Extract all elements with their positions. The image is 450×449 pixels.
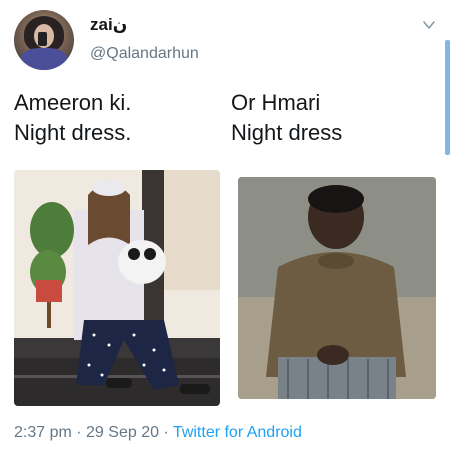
caption-right-line-2: Night dress bbox=[231, 120, 343, 145]
user-handle[interactable]: @Qalandarhun bbox=[90, 45, 199, 63]
display-name[interactable]: zaiن bbox=[90, 15, 127, 35]
caption-right-line-1: Or Hmari bbox=[231, 90, 321, 115]
tweet-image-left[interactable] bbox=[14, 170, 220, 406]
caption-left-line-2: Night dress. bbox=[14, 120, 132, 145]
tweet-time[interactable]: 2:37 pm bbox=[14, 424, 72, 441]
caption-right: Or Hmari Night dress bbox=[231, 88, 342, 148]
meta-separator: · bbox=[158, 424, 173, 441]
tweet: zaiن @Qalandarhun Ameeron ki. Night dres… bbox=[0, 0, 450, 449]
caption-left-line-1: Ameeron ki. bbox=[14, 90, 132, 115]
avatar[interactable] bbox=[14, 10, 74, 70]
tweet-date[interactable]: 29 Sep 20 bbox=[86, 424, 159, 441]
scrollbar[interactable] bbox=[445, 40, 450, 155]
tweet-image-right[interactable] bbox=[238, 177, 436, 399]
caption-left: Ameeron ki. Night dress. bbox=[14, 88, 131, 148]
chevron-down-icon[interactable] bbox=[422, 18, 436, 32]
meta-separator: · bbox=[71, 424, 87, 441]
tweet-source-link[interactable]: Twitter for Android bbox=[173, 424, 302, 441]
tweet-meta: 2:37 pm · 29 Sep 20 · Twitter for Androi… bbox=[14, 424, 302, 442]
